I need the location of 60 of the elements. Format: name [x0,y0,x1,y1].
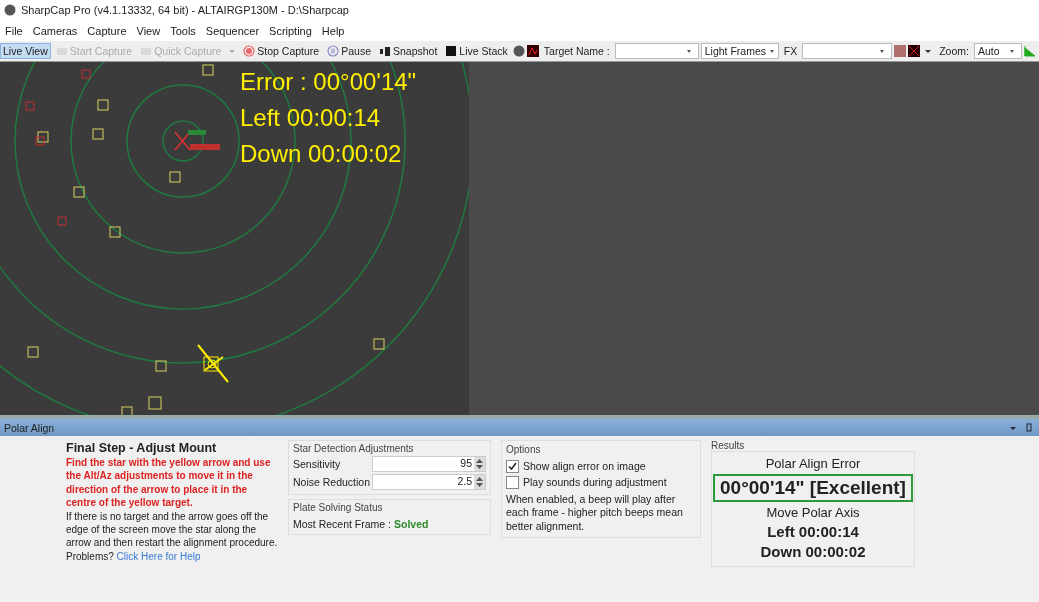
spin-field[interactable]: 95 [372,456,486,472]
group-title: Plate Solving Status [293,502,384,513]
problems-label: Problems? [66,550,114,562]
field-label: Sensitivity [293,458,341,470]
left-overlay-text: Left 00:00:14 [240,103,381,133]
menu-item[interactable]: Tools [165,24,201,37]
step-title: Final Step - Adjust Mount [66,440,218,456]
status-value: Solved [394,518,429,530]
target-name-label: Target Name : [542,45,611,57]
spin-field[interactable]: 2.5 [372,474,486,490]
panel-title: Polar Align [4,421,55,434]
zoom-label: Zoom: [938,45,970,57]
menu-item[interactable]: Cameras [27,24,83,37]
group-title: Star Detection Adjustments [293,443,415,454]
group-title: Results [711,440,746,451]
pause-icon [327,45,340,57]
left-value: Left 00:00:14 [767,523,859,540]
zoom-dropdown[interactable]: Auto [973,43,1022,59]
error-overlay-text: Error : 00°00'14" [240,67,417,97]
menu-item[interactable]: Help [316,24,350,37]
checkbox-label: Play sounds during adjustment [523,476,667,490]
options-note: When enabled, a beep will play after each frame - higher pitch beeps mean better alignment. [506,492,684,533]
checkbox[interactable] [506,476,519,490]
app-icon [4,4,16,16]
toolbar-button[interactable]: Pause [324,43,374,59]
menu-item[interactable]: File [0,24,28,37]
cross-icon[interactable] [908,45,921,57]
polar-align-error-value: 00°00'14" [Excellent] [713,474,913,502]
pin-icon[interactable] [1023,421,1035,434]
toolbar-button[interactable]: Snapshot [376,43,441,59]
instruction-text: Find the star with the yellow arrow and use the Alt/Az adjustments to move it in the direction of the arrow to place it in the centre of the yellow target. [66,456,272,510]
down-overlay-text: Down 00:00:02 [240,139,402,169]
record-icon [243,45,256,57]
checkbox-label: Show align error on image [523,459,646,473]
down-value: Down 00:00:02 [760,543,866,560]
histogram-icon[interactable] [526,45,539,57]
frame-type-dropdown[interactable]: Light Frames [700,43,779,59]
field-label: Noise Reduction [293,476,371,488]
fx-label: FX [782,45,799,57]
toolbar-button[interactable]: Live View [0,43,51,59]
move-heading: Move Polar Axis [766,505,860,520]
snapshot-icon [379,45,391,57]
toolbar-button[interactable]: Live Stack [442,43,511,59]
spin-arrows-icon[interactable] [474,475,485,489]
note-text: If there is no target and the arrow goes off the edge of the screen move the star along the arrow and then restart the alignment procedure. [66,509,278,550]
spin-arrows-icon[interactable] [474,457,485,471]
help-link[interactable]: Click Here for Help [116,550,201,562]
results-heading: Polar Align Error [765,456,861,471]
window-title: SharpCap Pro (v4.1.13332, 64 bit) - ALTAIRGP130M - D:\Sharpcap [21,4,349,16]
menu-item[interactable]: Scripting [264,24,317,37]
toolbar-button[interactable]: Stop Capture [240,43,323,59]
status-label: Most Recent Frame : [293,518,392,530]
menu-item[interactable]: Capture [82,24,132,37]
circle-icon[interactable] [512,45,525,57]
menu-item[interactable]: View [131,24,166,37]
checkbox[interactable] [506,459,519,473]
square-icon [445,45,458,57]
menu-item[interactable]: Sequencer [200,24,265,37]
group-title: Options [506,443,542,457]
chart-icon[interactable] [1023,45,1036,57]
